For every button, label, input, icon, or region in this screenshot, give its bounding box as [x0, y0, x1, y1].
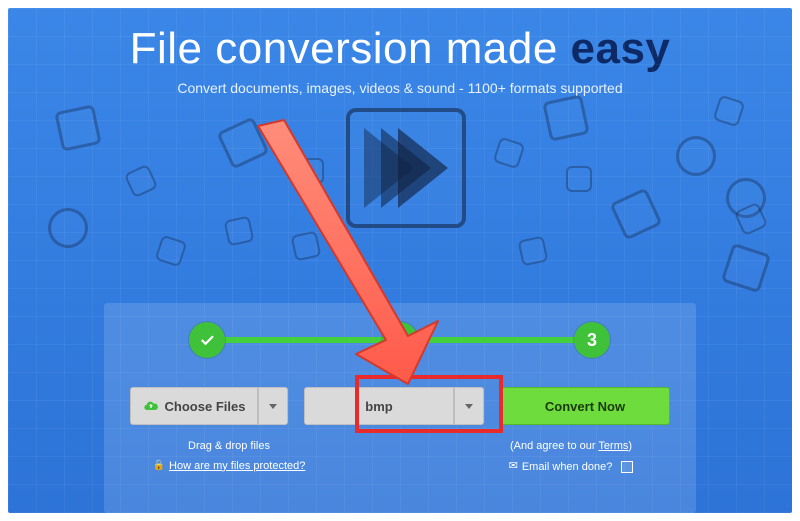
- sketch-icon: [721, 243, 771, 293]
- choose-files-caret[interactable]: [258, 387, 288, 425]
- protection-link[interactable]: How are my files protected?: [169, 460, 305, 472]
- sketch-icon: [291, 231, 322, 262]
- agree-suffix: ): [628, 440, 632, 452]
- sketch-icon: [542, 94, 589, 141]
- check-icon: [391, 331, 409, 349]
- email-line: ✉ Email when done?: [486, 457, 656, 478]
- sketch-icon: [493, 137, 526, 170]
- hero-panel: File conversion made easy Convert docume…: [8, 8, 792, 513]
- format-selected-label: bmp: [365, 399, 392, 414]
- sketch-icon: [713, 95, 746, 128]
- drag-hint: Drag & drop files: [144, 437, 314, 457]
- action-row: Choose Files bmp Convert Now: [104, 387, 696, 425]
- convert-label: Convert Now: [545, 399, 625, 414]
- step-3-indicator: 3: [574, 322, 610, 358]
- choose-files-group: Choose Files: [130, 387, 288, 425]
- steps-panel: 3 Choose Files bmp: [104, 303, 696, 513]
- sketch-icon: [155, 235, 188, 268]
- title-text: File conversion made: [130, 24, 571, 73]
- choose-files-label: Choose Files: [165, 399, 246, 414]
- hints-col-mid: [315, 437, 485, 477]
- chevron-down-icon: [465, 404, 473, 409]
- step-1-indicator: [189, 322, 225, 358]
- sketch-icon: [298, 158, 324, 184]
- format-select-caret[interactable]: [454, 387, 484, 425]
- title-emphasis: easy: [571, 24, 671, 73]
- convert-button[interactable]: Convert Now: [500, 387, 670, 425]
- app-logo: [346, 108, 466, 228]
- terms-line: (And agree to our Terms): [486, 437, 656, 457]
- lock-icon: 🔒: [153, 457, 165, 475]
- step-3-label: 3: [587, 330, 597, 351]
- format-select[interactable]: bmp: [304, 387, 454, 425]
- sketch-icon: [566, 166, 592, 192]
- sketch-icon: [676, 136, 716, 176]
- hints-row: Drag & drop files 🔒 How are my files prot…: [104, 437, 696, 477]
- protection-line: 🔒 How are my files protected?: [144, 457, 314, 477]
- sketch-icon: [54, 104, 101, 151]
- check-icon: [198, 331, 216, 349]
- page-title: File conversion made easy: [8, 24, 792, 74]
- sketch-icon: [224, 216, 255, 247]
- hints-col-left: Drag & drop files 🔒 How are my files prot…: [144, 437, 314, 477]
- sketch-icon: [43, 203, 93, 253]
- chevron-down-icon: [269, 404, 277, 409]
- format-select-group: bmp: [304, 387, 484, 425]
- sketch-icon: [124, 164, 159, 199]
- mail-icon: ✉: [509, 457, 518, 477]
- hints-col-right: (And agree to our Terms) ✉ Email when don…: [486, 437, 656, 477]
- email-label: Email when done?: [522, 461, 613, 473]
- sketch-icon: [609, 187, 662, 240]
- page-subtitle: Convert documents, images, videos & soun…: [8, 80, 792, 96]
- sketch-icon: [216, 116, 269, 169]
- step-2-indicator: [382, 322, 418, 358]
- agree-prefix: (And agree to our: [510, 440, 598, 452]
- cloud-upload-icon: [143, 398, 159, 414]
- email-checkbox[interactable]: [621, 461, 633, 473]
- choose-files-button[interactable]: Choose Files: [130, 387, 258, 425]
- terms-link[interactable]: Terms: [598, 440, 628, 452]
- sketch-icon: [518, 236, 549, 267]
